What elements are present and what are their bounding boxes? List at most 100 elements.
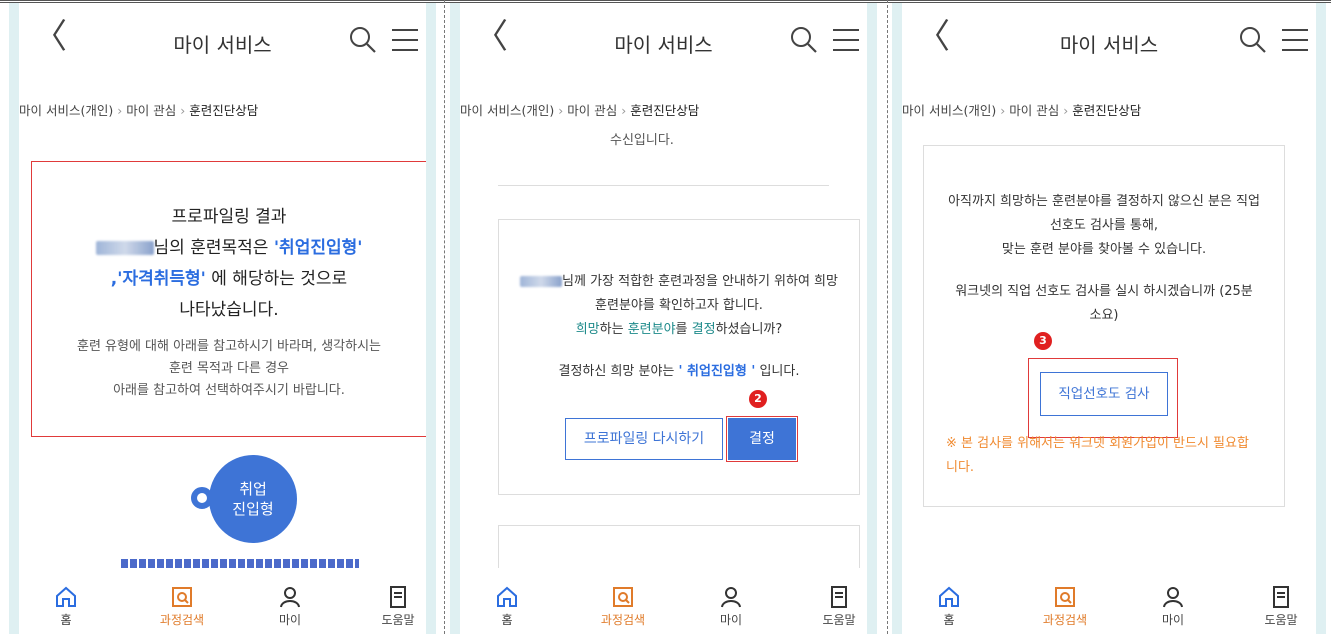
search-icon[interactable] xyxy=(789,25,819,55)
nav-label: 홈 xyxy=(501,613,513,627)
nav-label: 홈 xyxy=(60,613,72,627)
phone-screen-1: 〈 마이 서비스 마이 서비스(개인) › 마이 관심 › 훈련진단상담 프로파일링 결… xyxy=(9,3,436,634)
app-header: 〈 마이 서비스 xyxy=(19,3,426,81)
note-line: ※ 본 검사를 위해서는 워크넷 회원가입이 반드시 필요합 xyxy=(946,436,1249,451)
home-icon xyxy=(56,586,76,607)
nav-my[interactable]: 마이 xyxy=(255,585,325,628)
person-icon xyxy=(280,587,300,608)
search-icon[interactable] xyxy=(348,25,378,55)
search-icon[interactable] xyxy=(1238,25,1268,55)
step-badge: 3 xyxy=(1034,332,1052,350)
text: 님의 훈련목적은 xyxy=(153,238,274,258)
nav-my[interactable]: 마이 xyxy=(696,585,766,628)
phone-screen-3: 〈 마이 서비스 마이 서비스(개인) › 마이 관심 › 훈련진단상담 아직까지 희망… xyxy=(892,3,1326,634)
card-line: 아직까지 희망하는 훈련분야를 결정하지 않으신 분은 직업 xyxy=(948,194,1260,209)
result-description: 훈련 유형에 대해 아래를 참고하시기 바라며, 생각하시는 훈련 목적과 다른… xyxy=(32,336,426,402)
nav-course-search[interactable]: 과정검색 xyxy=(147,585,217,628)
nav-course-search[interactable]: 과정검색 xyxy=(588,585,658,628)
text: 를 xyxy=(675,322,692,337)
warning-note: ※ 본 검사를 위해서는 워크넷 회원가입이 반드시 필요합 니다. xyxy=(946,432,1276,480)
nav-label: 마이 xyxy=(1161,613,1185,627)
breadcrumb-separator: › xyxy=(180,103,186,118)
nav-label: 도움말 xyxy=(381,613,415,627)
nav-home[interactable]: 홈 xyxy=(31,585,101,628)
card-text: 님께 가장 적합한 훈련과정을 안내하기 위하여 희망 훈련분야를 확인하고자 … xyxy=(499,270,859,384)
book-icon xyxy=(1273,586,1289,608)
card-line: 님께 가장 적합한 훈련과정을 안내하기 위하여 희망 xyxy=(499,270,859,294)
preference-test-button[interactable]: 직업선호도 검사 xyxy=(1040,372,1168,416)
nav-label: 마이 xyxy=(719,613,743,627)
question-line: 희망하는 훈련분야를 결정하셨습니까? xyxy=(499,318,859,342)
breadcrumb-item[interactable]: 마이 관심 xyxy=(1009,103,1059,118)
result-line: ,'자격취득형' 에 해당하는 것으로 xyxy=(32,264,426,289)
breadcrumb-item[interactable]: 마이 서비스(개인) xyxy=(902,103,996,118)
bubble-dot xyxy=(191,487,213,509)
text: 훈련분야 xyxy=(627,322,676,337)
text: 결정하신 희망 분야는 xyxy=(558,364,679,379)
breadcrumb-item[interactable]: 마이 서비스(개인) xyxy=(19,103,113,118)
menu-icon[interactable] xyxy=(831,27,861,53)
text: 입니다. xyxy=(755,364,800,379)
type-bubble[interactable]: 취업진입형 xyxy=(209,455,297,543)
step-badge: 2 xyxy=(749,390,767,408)
nav-label: 도움말 xyxy=(1264,613,1298,627)
bottom-nav: 홈 과정검색 마이 도움말 xyxy=(460,568,867,634)
person-icon xyxy=(1163,587,1183,608)
breadcrumb-item[interactable]: 마이 서비스(개인) xyxy=(460,103,554,118)
text: 에 해당하는 것으로 xyxy=(205,269,348,289)
screen: 〈 마이 서비스 마이 서비스(개인) › 마이 관심 › 훈련진단상담 수신입니다. … xyxy=(460,3,867,634)
menu-icon[interactable] xyxy=(390,27,420,53)
text: 결정 xyxy=(691,322,716,337)
card-line: 맞는 훈련 분야를 찾아볼 수 있습니다. xyxy=(1001,242,1207,257)
breadcrumb-separator: › xyxy=(1063,103,1069,118)
bubble-text: 취업진입형 xyxy=(209,479,297,519)
panel-divider xyxy=(887,0,888,634)
bubble-line: 진입형 xyxy=(232,500,274,518)
breadcrumb-current: 훈련진단상담 xyxy=(630,103,700,118)
card-question: 워크넷의 직업 선호도 검사를 실시 하시겠습니까 (25분 소요) xyxy=(924,280,1284,328)
divider-line xyxy=(498,185,829,186)
course-search-icon xyxy=(1055,587,1075,607)
person-icon xyxy=(721,587,741,608)
breadcrumb-current: 훈련진단상담 xyxy=(1072,103,1142,118)
card-text: 아직까지 희망하는 훈련분야를 결정하지 않으신 분은 직업 선호도 검사를 통… xyxy=(924,190,1284,262)
panel-divider xyxy=(444,0,445,634)
confirm-button[interactable]: 결정 xyxy=(726,416,798,462)
blurred-name xyxy=(520,276,563,287)
app-header: 〈 마이 서비스 xyxy=(460,3,867,81)
nav-help[interactable]: 도움말 xyxy=(804,585,867,628)
nav-label: 과정검색 xyxy=(600,613,646,627)
result-line: 나타났습니다. xyxy=(179,300,279,320)
phone-screen-2: 〈 마이 서비스 마이 서비스(개인) › 마이 관심 › 훈련진단상담 수신입니다. … xyxy=(450,3,877,634)
nav-label: 도움말 xyxy=(822,613,856,627)
desc-line: 훈련 유형에 대해 아래를 참고하시기 바라며, 생각하시는 xyxy=(76,339,381,354)
preference-test-card: 아직까지 희망하는 훈련분야를 결정하지 않으신 분은 직업 선호도 검사를 통… xyxy=(923,145,1285,507)
nav-home[interactable]: 홈 xyxy=(472,585,542,628)
breadcrumb-item[interactable]: 마이 관심 xyxy=(567,103,617,118)
breadcrumb: 마이 서비스(개인) › 마이 관심 › 훈련진단상담 xyxy=(19,100,258,119)
nav-help[interactable]: 도움말 xyxy=(363,585,426,628)
nav-home[interactable]: 홈 xyxy=(914,585,984,628)
decided-line: 결정하신 희망 분야는 ' 취업진입형 ' 입니다. xyxy=(499,360,859,384)
breadcrumb-current: 훈련진단상담 xyxy=(189,103,259,118)
nav-label: 홈 xyxy=(943,613,955,627)
desc-line: 훈련 목적과 다른 경우 xyxy=(168,361,290,376)
cut-off-text: 수신입니다. xyxy=(610,133,674,148)
breadcrumb: 마이 서비스(개인) › 마이 관심 › 훈련진단상담 xyxy=(902,100,1141,119)
desc-line: 아래를 참고하여 선택하여주시기 바랍니다. xyxy=(113,383,345,398)
breadcrumb-separator: › xyxy=(117,103,123,118)
nav-label: 마이 xyxy=(278,613,302,627)
decided-value: ' 취업진입형 ' xyxy=(678,364,756,379)
app-header: 〈 마이 서비스 xyxy=(902,3,1316,81)
text: 희망 xyxy=(575,322,600,337)
breadcrumb-item[interactable]: 마이 관심 xyxy=(126,103,176,118)
card-line: 소요) xyxy=(1089,308,1119,323)
bubble-line: 취업 xyxy=(239,480,267,498)
reprofile-button[interactable]: 프로파일링 다시하기 xyxy=(565,418,723,460)
nav-my[interactable]: 마이 xyxy=(1138,585,1208,628)
menu-icon[interactable] xyxy=(1280,27,1310,53)
book-icon xyxy=(831,586,847,608)
breadcrumb: 마이 서비스(개인) › 마이 관심 › 훈련진단상담 xyxy=(460,100,699,119)
nav-course-search[interactable]: 과정검색 xyxy=(1030,585,1100,628)
nav-help[interactable]: 도움말 xyxy=(1246,585,1316,628)
